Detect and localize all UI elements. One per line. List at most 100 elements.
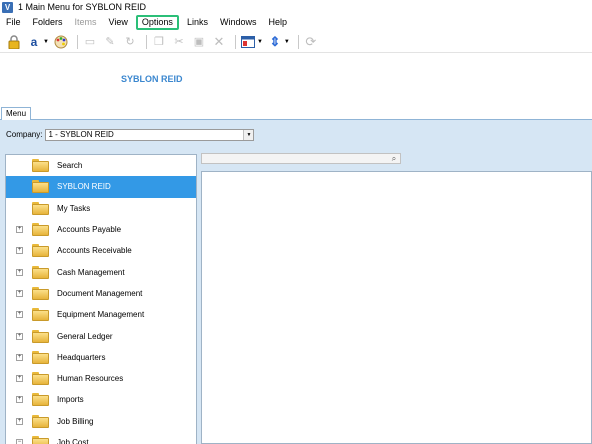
chevron-down-icon[interactable]: ▼ (43, 39, 49, 45)
chevron-down-icon[interactable]: ▼ (243, 129, 254, 140)
tree-item[interactable]: − Job Cost (6, 432, 196, 444)
search-input[interactable]: ⌕ (201, 153, 401, 164)
edit-icon[interactable]: ✎ (102, 34, 118, 50)
tree-item[interactable]: + Equipment Management (6, 304, 196, 325)
expand-icon[interactable]: + (16, 268, 23, 276)
lock-icon[interactable] (6, 34, 22, 50)
expand-icon[interactable]: + (16, 289, 23, 297)
expand-icon[interactable]: + (16, 375, 23, 383)
palette-icon[interactable] (53, 34, 69, 50)
tree-item[interactable]: + Job Billing (6, 411, 196, 432)
menu-windows[interactable]: Windows (214, 15, 263, 30)
tree-item[interactable]: + General Ledger (6, 325, 196, 346)
menu-options[interactable]: Options (135, 15, 179, 30)
tree-item-label: My Tasks (57, 203, 91, 213)
menu-folders[interactable]: Folders (27, 15, 69, 30)
expand-icon[interactable]: + (16, 332, 23, 340)
toolbar-separator (145, 34, 147, 49)
tree-item-label: Cash Management (57, 267, 125, 277)
folder-icon (32, 308, 49, 322)
tree-item[interactable]: + Cash Management (6, 261, 196, 282)
refresh-icon[interactable]: ⟳ (303, 34, 319, 50)
expand-icon[interactable]: + (16, 226, 23, 234)
delete-icon[interactable]: ✕ (211, 34, 227, 50)
menu-tree: Search SYBLON REID My Tasks + Accounts Payab… (5, 154, 197, 444)
refresh-small-icon[interactable]: ↻ (122, 34, 138, 50)
tree-item-label: Imports (57, 395, 84, 405)
toolbar: a ▼ ▭ ✎ ↻ ❐ ✂ ▣ ✕ ▼ ⇕ ▼ ⟳ (0, 31, 592, 53)
menu-links[interactable]: Links (181, 15, 214, 30)
menu-help[interactable]: Help (262, 15, 293, 30)
app-icon: V (2, 1, 13, 13)
expand-icon[interactable]: + (16, 311, 23, 319)
collapse-icon[interactable]: − (16, 439, 23, 444)
company-heading: SYBLON REID (121, 74, 183, 84)
tree-item-label: Headquarters (57, 352, 106, 362)
tree-item[interactable]: Search (6, 155, 196, 176)
search-icon[interactable]: ⌕ (389, 154, 399, 163)
chevron-down-icon[interactable]: ▼ (284, 39, 290, 45)
menu-bar: File Folders Items View Options Links Windows H… (0, 14, 592, 31)
chevron-down-icon[interactable]: ▼ (257, 39, 263, 45)
folder-icon (32, 159, 49, 173)
header-area: SYBLON REID (0, 53, 592, 105)
sort-icon[interactable]: ⇕ (267, 34, 283, 50)
folder-icon (32, 393, 49, 407)
company-select-value: 1 - SYBLON REID (48, 129, 114, 139)
toolbar-separator (297, 34, 299, 49)
expand-icon[interactable]: + (16, 353, 23, 361)
toolbar-separator (76, 34, 78, 49)
tab-menu[interactable]: Menu (1, 107, 32, 121)
tree-item-label: Equipment Management (57, 310, 145, 320)
folder-icon (32, 201, 49, 215)
paste-icon[interactable]: ▣ (191, 34, 207, 50)
folder-icon (32, 329, 49, 343)
tab-strip: Menu (0, 105, 592, 121)
tree-item[interactable]: + Accounts Payable (6, 219, 196, 240)
folder-icon (32, 223, 49, 237)
folder-icon (32, 244, 49, 258)
tree-item-label: Human Resources (57, 374, 124, 384)
menu-items: Items (74, 17, 97, 27)
tree-item[interactable]: + Accounts Receivable (6, 240, 196, 261)
layout-icon[interactable] (240, 34, 256, 50)
tree-item-label: Accounts Receivable (57, 246, 132, 256)
folder-icon (32, 265, 49, 279)
tree-item[interactable]: + Headquarters (6, 347, 196, 368)
expand-icon[interactable]: + (16, 396, 23, 404)
font-icon[interactable]: a (26, 34, 42, 50)
folder-icon (32, 180, 49, 194)
folder-icon[interactable]: ▭ (82, 34, 98, 50)
tree-item-label: Accounts Payable (57, 225, 122, 235)
window-title: 1 Main Menu for SYBLON REID (18, 2, 147, 12)
folder-icon (32, 414, 49, 428)
tree-item-label: SYBLON REID (57, 182, 111, 192)
tree-item[interactable]: + Document Management (6, 283, 196, 304)
tree-item[interactable]: My Tasks (6, 198, 196, 219)
company-label: Company: (6, 130, 43, 139)
main-content: Search SYBLON REID My Tasks + Accounts Payab… (0, 149, 592, 444)
menu-view[interactable]: View (103, 15, 134, 30)
title-bar: V 1 Main Menu for SYBLON REID (0, 0, 592, 14)
cut-icon[interactable]: ✂ (171, 34, 187, 50)
expand-icon[interactable]: + (16, 417, 23, 425)
tree-item[interactable]: SYBLON REID (6, 176, 196, 198)
folder-icon (32, 286, 49, 300)
tree-item-label: Document Management (57, 288, 143, 298)
folder-icon (32, 350, 49, 364)
menu-file[interactable]: File (0, 15, 27, 30)
company-select[interactable]: 1 - SYBLON REID ▼ (45, 128, 255, 141)
tree-item[interactable]: + Human Resources (6, 368, 196, 389)
tree-item-label: General Ledger (57, 331, 113, 341)
detail-panel (201, 171, 592, 444)
toolbar-separator (234, 34, 236, 49)
tree-item[interactable]: + Imports (6, 389, 196, 410)
company-bar: Company: 1 - SYBLON REID ▼ (0, 120, 592, 149)
folder-icon (32, 372, 49, 386)
tree-item-label: Job Cost (57, 438, 89, 444)
copy-icon[interactable]: ❐ (151, 34, 167, 50)
tree-item-label: Search (57, 161, 83, 171)
folder-icon (32, 436, 49, 444)
expand-icon[interactable]: + (16, 247, 23, 255)
tree-item-label: Job Billing (57, 416, 94, 426)
